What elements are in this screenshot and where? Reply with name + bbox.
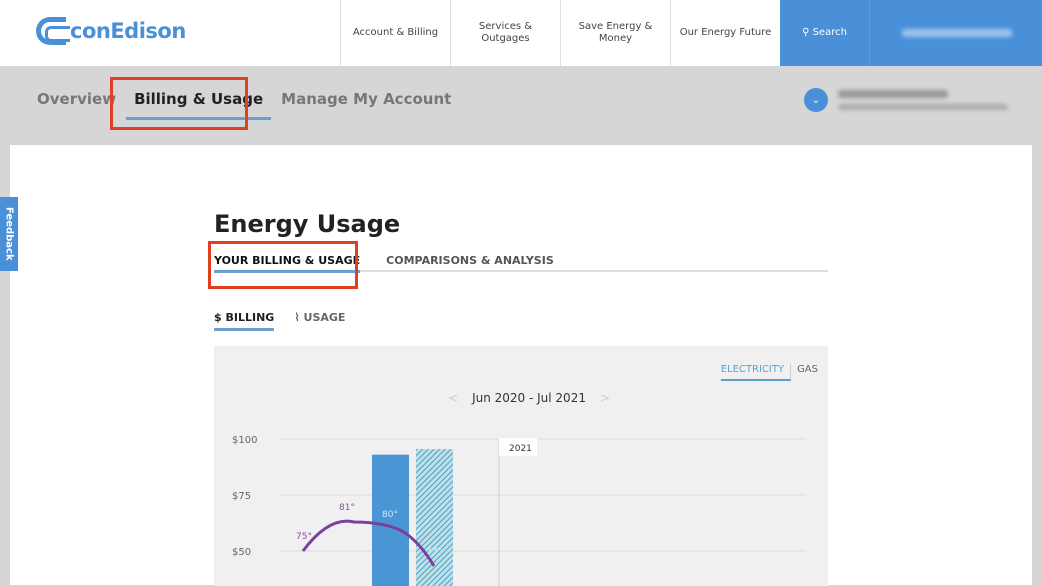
search-button[interactable]: ⚲ Search — [780, 0, 869, 66]
chart-panel: ELECTRICITY GAS < Jun 2020 - Jul 2021 > … — [214, 346, 828, 586]
subnav-overview[interactable]: Overview — [37, 90, 116, 108]
brand-name: conEdison — [70, 19, 186, 43]
feedback-tab[interactable]: Feedback — [0, 197, 18, 271]
temperature-line — [301, 519, 436, 567]
nav-energy-future[interactable]: Our Energy Future — [670, 0, 780, 66]
highlight-box — [208, 241, 358, 289]
user-name-redacted — [902, 29, 1012, 37]
top-header: conEdison Account & Billing Services & O… — [0, 0, 1042, 66]
billing-chart: $100 $75 $50 2021 75° 81° 80° 77° — [232, 435, 806, 586]
logo-icon — [36, 17, 70, 45]
bar — [372, 454, 409, 586]
tab-billing[interactable]: $ BILLING — [214, 311, 275, 331]
search-icon: ⚲ — [802, 27, 813, 38]
tab-usage[interactable]: ⌇ USAGE — [294, 311, 345, 331]
user-menu[interactable] — [869, 0, 1042, 66]
view-tabs: $ BILLING ⌇ USAGE — [214, 311, 345, 331]
account-info-redacted — [838, 90, 1008, 110]
tab-comparisons-analysis[interactable]: COMPARISONS & ANALYSIS — [386, 254, 554, 270]
subnav-manage-account[interactable]: Manage My Account — [281, 90, 451, 108]
y-tick-label: $100 — [232, 435, 257, 446]
page-title: Energy Usage — [214, 210, 401, 238]
account-selector[interactable]: ⌄ — [804, 88, 1008, 112]
highlight-box — [110, 77, 248, 130]
nav-services-outages[interactable]: Services & Outgages — [450, 0, 560, 66]
year-marker-label: 2021 — [509, 444, 532, 454]
chevron-down-icon[interactable]: ⌄ — [804, 88, 828, 112]
temperature-label: 77° — [426, 547, 442, 557]
y-tick-label: $75 — [232, 491, 251, 502]
temperature-label: 80° — [382, 510, 398, 520]
temperature-label: 81° — [339, 503, 355, 513]
y-tick-label: $50 — [232, 547, 251, 558]
nav-save-energy[interactable]: Save Energy & Money — [560, 0, 670, 66]
search-label: Search — [812, 27, 847, 38]
temperature-label: 75° — [296, 532, 312, 542]
main-nav: Account & Billing Services & Outgages Sa… — [340, 0, 1042, 66]
conedison-logo[interactable]: conEdison — [36, 17, 186, 45]
nav-account-billing[interactable]: Account & Billing — [340, 0, 450, 66]
